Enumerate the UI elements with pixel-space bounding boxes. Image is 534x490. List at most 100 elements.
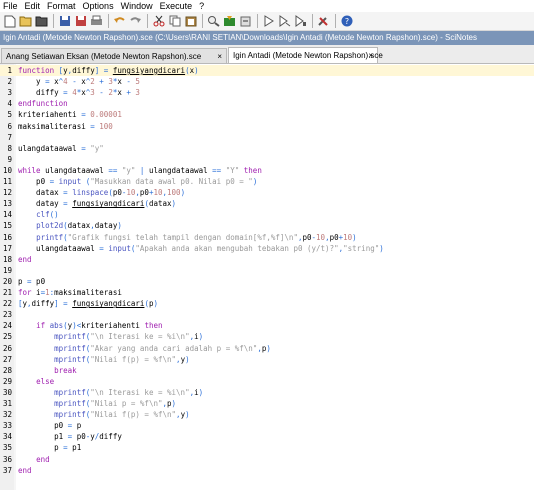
tab-anang-setiawan-eksan[interactable]: Anang Setiawan Eksan (Metode Newton Raps… — [1, 48, 227, 63]
new-file-icon[interactable] — [2, 14, 17, 29]
code-line[interactable]: 17 ulangdataawal = input("Apakah anda ak… — [0, 243, 534, 254]
load-into-scilab-icon[interactable] — [238, 14, 253, 29]
code-line[interactable]: 20 p = p0 — [0, 276, 534, 287]
execute-icon[interactable] — [261, 14, 276, 29]
code-text[interactable]: mprintf("Nilai f(p) = %f\n",y) — [18, 409, 189, 420]
code-line[interactable]: 4 endfunction — [0, 98, 534, 109]
code-line[interactable]: 5 kriteriahenti = 0.00001 — [0, 109, 534, 120]
execute-until-cursor-icon[interactable] — [277, 14, 292, 29]
code-line[interactable]: 9 — [0, 154, 534, 165]
code-line[interactable]: 10 while ulangdataawal == "y" | ulangdata… — [0, 165, 534, 176]
code-line[interactable]: 24 if abs(y)<kriteriahenti then — [0, 320, 534, 331]
code-editor[interactable]: 1 function [y,diffy] = fungsiyangdicari(x… — [0, 64, 534, 490]
code-line[interactable]: 1 function [y,diffy] = fungsiyangdicari(x… — [0, 65, 534, 76]
code-text[interactable]: printf("Grafik fungsi telah tampil denga… — [18, 232, 357, 243]
code-line[interactable]: 35 p = p1 — [0, 442, 534, 453]
code-text[interactable]: if abs(y)<kriteriahenti then — [18, 320, 162, 331]
code-text[interactable]: while ulangdataawal == "y" | ulangdataaw… — [18, 165, 262, 176]
find-icon[interactable] — [206, 14, 221, 29]
code-text[interactable]: [y,diffy] = fungsiyangdicari(p) — [18, 298, 158, 309]
code-text[interactable]: p0 = p — [18, 420, 81, 431]
code-line[interactable]: 3 diffy = 4*x^3 - 2*x + 3 — [0, 87, 534, 98]
code-text[interactable]: else — [18, 376, 54, 387]
code-text[interactable]: end — [18, 465, 32, 476]
code-text[interactable]: clf() — [18, 209, 59, 220]
code-line[interactable]: 12 datax = linspace(p0-10,p0+10,100) — [0, 187, 534, 198]
code-line[interactable]: 34 p1 = p0-y/diffy — [0, 431, 534, 442]
code-line[interactable]: 23 — [0, 309, 534, 320]
code-line[interactable]: 26 mprintf("Akar yang anda cari adalah p… — [0, 343, 534, 354]
code-text[interactable]: p0 = input ("Masukkan data awal p0. Nila… — [18, 176, 257, 187]
code-text[interactable]: for i=1:maksimaliterasi — [18, 287, 122, 298]
code-line[interactable]: 8 ulangdataawal = "y" — [0, 143, 534, 154]
menu-file[interactable]: File — [0, 0, 22, 12]
tab-igin-antadi[interactable]: Igin Antadi (Metode Newton Rapshon).sce … — [228, 47, 383, 63]
code-line[interactable]: 15 plot2d(datax,datay) — [0, 220, 534, 231]
code-text[interactable]: mprintf("\n Iterasi ke = %i\n",i) — [18, 387, 203, 398]
menu-help[interactable]: ? — [196, 0, 208, 12]
open-file-icon[interactable] — [34, 14, 49, 29]
code-line[interactable]: 22 [y,diffy] = fungsiyangdicari(p) — [0, 298, 534, 309]
code-text[interactable]: p = p1 — [18, 442, 81, 453]
code-line[interactable]: 31 mprintf("Nilai p = %f\n",p) — [0, 398, 534, 409]
code-text[interactable]: break — [18, 365, 77, 376]
code-text[interactable]: y = x^4 - x^2 + 3*x - 5 — [18, 76, 140, 87]
code-text[interactable]: kriteriahenti = 0.00001 — [18, 109, 122, 120]
code-line[interactable]: 27 mprintf("Nilai f(p) = %f\n",y) — [0, 354, 534, 365]
code-text[interactable]: mprintf("Akar yang anda cari adalah p = … — [18, 343, 271, 354]
code-line[interactable]: 16 printf("Grafik fungsi telah tampil de… — [0, 232, 534, 243]
code-text[interactable]: datax = linspace(p0-10,p0+10,100) — [18, 187, 185, 198]
close-icon[interactable]: × — [368, 48, 373, 63]
code-line[interactable]: 37 end — [0, 465, 534, 476]
paste-icon[interactable] — [183, 14, 198, 29]
code-line[interactable]: 13 datay = fungsiyangdicari(datax) — [0, 198, 534, 209]
help-icon[interactable]: ? — [339, 14, 354, 29]
save-as-icon[interactable] — [73, 14, 88, 29]
code-line[interactable]: 7 — [0, 132, 534, 143]
execute-selection-icon[interactable] — [293, 14, 308, 29]
open-folder-icon[interactable] — [18, 14, 33, 29]
redo-icon[interactable] — [128, 14, 143, 29]
code-line[interactable]: 6 maksimaliterasi = 100 — [0, 121, 534, 132]
code-line[interactable]: 29 else — [0, 376, 534, 387]
code-line[interactable]: 18 end — [0, 254, 534, 265]
undo-icon[interactable] — [112, 14, 127, 29]
code-text[interactable] — [18, 309, 36, 320]
tools-icon[interactable] — [316, 14, 331, 29]
code-text[interactable]: ulangdataawal = input("Apakah anda akan … — [18, 243, 384, 254]
menu-execute[interactable]: Execute — [157, 0, 197, 12]
copy-icon[interactable] — [167, 14, 182, 29]
code-text[interactable]: datay = fungsiyangdicari(datax) — [18, 198, 176, 209]
print-icon[interactable] — [89, 14, 104, 29]
code-text[interactable]: end — [18, 454, 50, 465]
code-text[interactable]: mprintf("\n Iterasi ke = %i\n",i) — [18, 331, 203, 342]
code-text[interactable]: end — [18, 254, 32, 265]
code-line[interactable]: 11 p0 = input ("Masukkan data awal p0. N… — [0, 176, 534, 187]
code-line[interactable]: 36 end — [0, 454, 534, 465]
code-line[interactable]: 25 mprintf("\n Iterasi ke = %i\n",i) — [0, 331, 534, 342]
close-icon[interactable]: × — [217, 49, 222, 64]
execute-file-icon[interactable] — [222, 14, 237, 29]
code-text[interactable]: maksimaliterasi = 100 — [18, 121, 113, 132]
code-line[interactable]: 28 break — [0, 365, 534, 376]
menu-format[interactable]: Format — [44, 0, 80, 12]
code-text[interactable]: mprintf("Nilai f(p) = %f\n",y) — [18, 354, 189, 365]
code-text[interactable]: p1 = p0-y/diffy — [18, 431, 122, 442]
code-text[interactable]: diffy = 4*x^3 - 2*x + 3 — [18, 87, 140, 98]
code-line[interactable]: 2 y = x^4 - x^2 + 3*x - 5 — [0, 76, 534, 87]
code-text[interactable]: endfunction — [18, 98, 68, 109]
code-line[interactable]: 19 — [0, 265, 534, 276]
code-line[interactable]: 21 for i=1:maksimaliterasi — [0, 287, 534, 298]
code-line[interactable]: 32 mprintf("Nilai f(p) = %f\n",y) — [0, 409, 534, 420]
code-text[interactable]: p = p0 — [18, 276, 45, 287]
code-text[interactable]: ulangdataawal = "y" — [18, 143, 104, 154]
cut-icon[interactable] — [151, 14, 166, 29]
save-icon[interactable] — [57, 14, 72, 29]
menu-window[interactable]: Window — [118, 0, 157, 12]
code-line[interactable]: 30 mprintf("\n Iterasi ke = %i\n",i) — [0, 387, 534, 398]
menu-options[interactable]: Options — [80, 0, 118, 12]
code-text[interactable]: function [y,diffy] = fungsiyangdicari(x) — [18, 65, 199, 76]
code-text[interactable]: plot2d(datax,datay) — [18, 220, 122, 231]
menu-edit[interactable]: Edit — [22, 0, 45, 12]
code-line[interactable]: 33 p0 = p — [0, 420, 534, 431]
